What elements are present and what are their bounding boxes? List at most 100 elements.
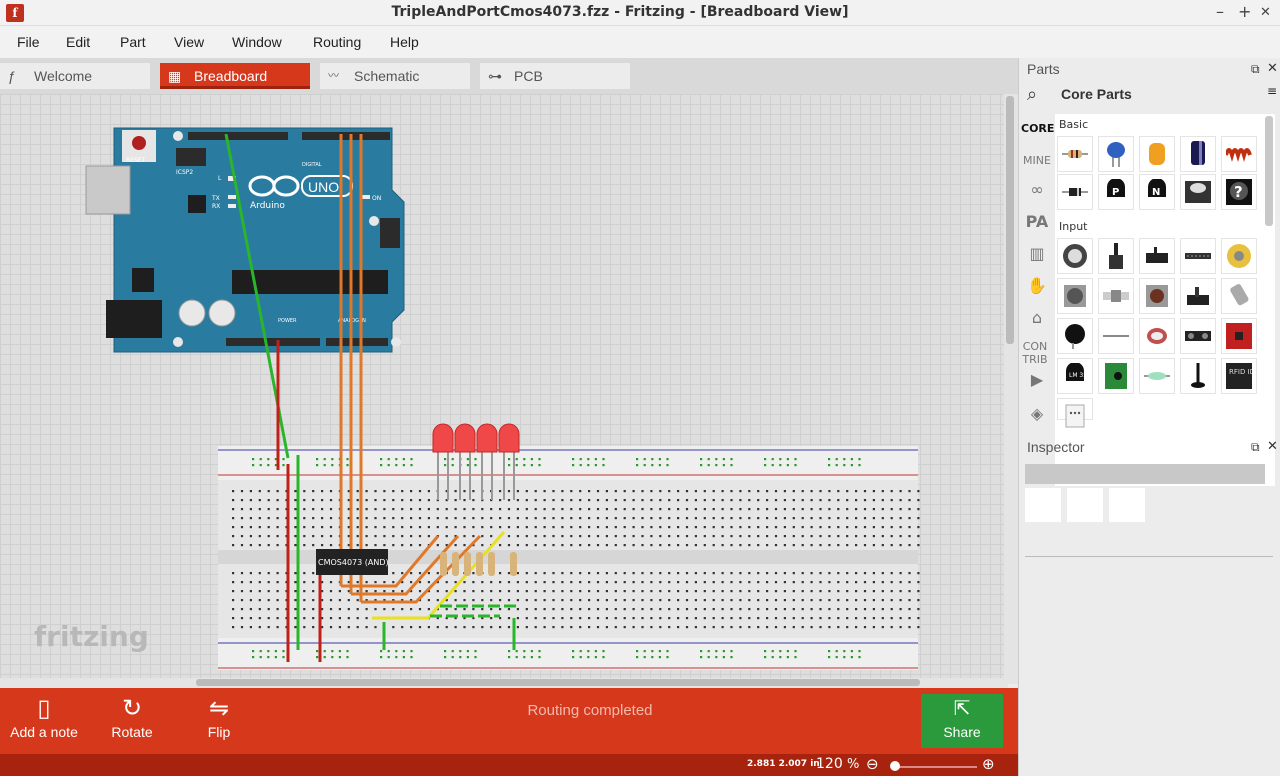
rotate-button[interactable]: ↻ Rotate (104, 694, 160, 740)
npn-transistor-icon[interactable]: N (1139, 174, 1175, 210)
ceramic-capacitor-icon[interactable] (1098, 136, 1134, 172)
tilt-switch-icon[interactable] (1221, 278, 1257, 314)
menu-routing[interactable]: Routing (313, 34, 361, 50)
menu-help[interactable]: Help (390, 34, 419, 50)
window-title: TripleAndPortCmos4073.fzz - Fritzing - [… (391, 4, 849, 20)
temperature-sensor-icon[interactable]: LM 35 (1057, 358, 1093, 394)
tab-welcome[interactable]: ƒ Welcome (0, 63, 150, 89)
tab-pcb-label: PCB (514, 68, 543, 84)
cmos4073-chip[interactable]: CMOS4073 (AND) (316, 549, 389, 575)
zoom-in-icon[interactable]: ⊕ (982, 755, 995, 773)
parts-scrollbar[interactable] (1265, 116, 1273, 226)
resistor-icon[interactable] (1057, 136, 1093, 172)
power-label-icon[interactable] (1180, 174, 1216, 210)
zoom-slider-handle[interactable] (890, 761, 900, 771)
svg-text:ON: ON (372, 195, 381, 202)
schematic-icon: 〰 (328, 70, 339, 82)
minimize-button[interactable]: – (1216, 2, 1224, 21)
parts-bin-tabs: CORE MINE ∞ PA ▥ ✋ ⌂ CON TRIB ▶ ◈ (1021, 114, 1054, 486)
menu-view[interactable]: View (174, 34, 204, 50)
rfid-reader-icon[interactable]: RFID ID12 (1221, 358, 1257, 394)
tab-breadboard[interactable]: ▦ Breadboard (160, 63, 310, 89)
view-tab-bar: ƒ Welcome ▦ Breadboard 〰 Schematic ⊶ PCB (0, 58, 1018, 94)
arduino-bin-icon[interactable]: ∞ (1021, 180, 1053, 199)
tab-pcb[interactable]: ⊶ PCB (480, 63, 630, 89)
inspector-close-icon[interactable]: ✕ (1267, 439, 1278, 454)
breadboard-icon: ▦ (168, 68, 182, 84)
share-button[interactable]: ⇱ Share (921, 694, 1003, 748)
inductor-icon[interactable] (1221, 136, 1257, 172)
tantalum-capacitor-icon[interactable] (1139, 136, 1175, 172)
zoom-slider[interactable] (893, 766, 977, 768)
pnp-transistor-icon[interactable]: P (1098, 174, 1134, 210)
pa-bin-icon[interactable]: PA (1021, 212, 1053, 231)
menu-part[interactable]: Part (120, 34, 146, 50)
electrolytic-capacitor-icon[interactable] (1180, 136, 1216, 172)
svg-text:RX: RX (212, 203, 220, 210)
rotary-encoder-icon[interactable] (1221, 238, 1257, 274)
humidity-sensor-icon[interactable] (1057, 398, 1093, 428)
add-note-button[interactable]: ▯ Add a note (6, 694, 82, 740)
mystery-part-icon[interactable]: ? (1221, 174, 1257, 210)
bin-title: Core Parts (1061, 86, 1132, 102)
distance-sensor-icon[interactable] (1180, 318, 1216, 354)
flex-sensor-icon[interactable] (1180, 238, 1216, 274)
play-bin-icon[interactable]: ▶ (1021, 370, 1053, 389)
menu-file[interactable]: File (17, 34, 40, 50)
inspector-panel-title: Inspector (1027, 439, 1085, 455)
photocell-icon[interactable] (1057, 318, 1093, 354)
force-sensor-icon[interactable] (1139, 318, 1175, 354)
svg-text:P: P (1112, 187, 1119, 198)
zoom-input[interactable]: 120 (816, 756, 843, 772)
antenna-icon[interactable] (1180, 358, 1216, 394)
bin-menu-icon[interactable]: ≡ (1267, 84, 1277, 98)
rotary-potentiometer-icon[interactable] (1057, 278, 1093, 314)
inspector-divider (1025, 556, 1273, 557)
cursor-coordinates: 2.881 2.007 in (747, 759, 820, 769)
wire-sensor-icon[interactable] (1098, 318, 1134, 354)
category-basic: Basic (1059, 118, 1089, 131)
diode-icon[interactable] (1057, 174, 1093, 210)
pcb-icon: ⊶ (488, 68, 502, 84)
menu-edit[interactable]: Edit (66, 34, 90, 50)
inspector-float-icon[interactable]: ⧉ (1251, 440, 1260, 455)
canvas-vertical-scrollbar[interactable] (1004, 94, 1018, 684)
breadboard-canvas[interactable]: RESET ICSP2 L TX RX ON DIGITAL UNO Ardui… (0, 94, 1008, 678)
parts-close-icon[interactable]: ✕ (1267, 61, 1278, 76)
bin-tab-mine[interactable]: MINE (1021, 154, 1053, 167)
category-input: Input (1059, 220, 1088, 233)
flip-button[interactable]: ⇋ Flip (196, 694, 242, 740)
canvas-horizontal-scrollbar[interactable] (0, 678, 1008, 688)
accelerometer-icon[interactable] (1221, 318, 1257, 354)
bin-tab-contrib[interactable]: CON TRIB (1021, 340, 1049, 366)
potentiometer-icon[interactable] (1057, 238, 1093, 274)
zoom-percent-label: % (847, 757, 860, 772)
svg-text:DIGITAL: DIGITAL (302, 162, 322, 168)
share-label: Share (943, 724, 981, 740)
zoom-out-icon[interactable]: ⊖ (866, 755, 879, 773)
module-icon[interactable] (1098, 358, 1134, 394)
parts-float-icon[interactable]: ⧉ (1251, 62, 1260, 77)
chip-bin-icon[interactable]: ▥ (1021, 244, 1053, 263)
bin-tab-core[interactable]: CORE (1021, 122, 1054, 135)
tab-schematic[interactable]: 〰 Schematic (320, 63, 470, 89)
hand-bin-icon[interactable]: ✋ (1021, 276, 1053, 295)
svg-text:POWER: POWER (278, 318, 297, 324)
close-button[interactable]: ✕ (1260, 5, 1271, 20)
pushbutton-icon[interactable] (1139, 278, 1175, 314)
note-icon: ▯ (37, 695, 51, 722)
diamond-bin-icon[interactable]: ◈ (1021, 404, 1053, 423)
menu-window[interactable]: Window (232, 34, 282, 50)
trimmer-icon[interactable] (1139, 238, 1175, 274)
inspector-schematic-image (1067, 488, 1103, 522)
reed-switch-icon[interactable] (1139, 358, 1175, 394)
toggle-switch-icon[interactable] (1180, 278, 1216, 314)
fritzing-f-icon: ƒ (8, 68, 16, 84)
maximize-button[interactable]: + (1238, 2, 1251, 21)
search-icon[interactable]: ⌕ (1027, 84, 1037, 105)
factory-bin-icon[interactable]: ⌂ (1021, 308, 1053, 327)
status-bar: 2.881 2.007 in 120 % ⊖ ⊕ (0, 754, 1018, 776)
rotate-label: Rotate (111, 724, 153, 740)
slide-potentiometer-icon[interactable] (1098, 238, 1134, 274)
button-icon[interactable] (1098, 278, 1134, 314)
